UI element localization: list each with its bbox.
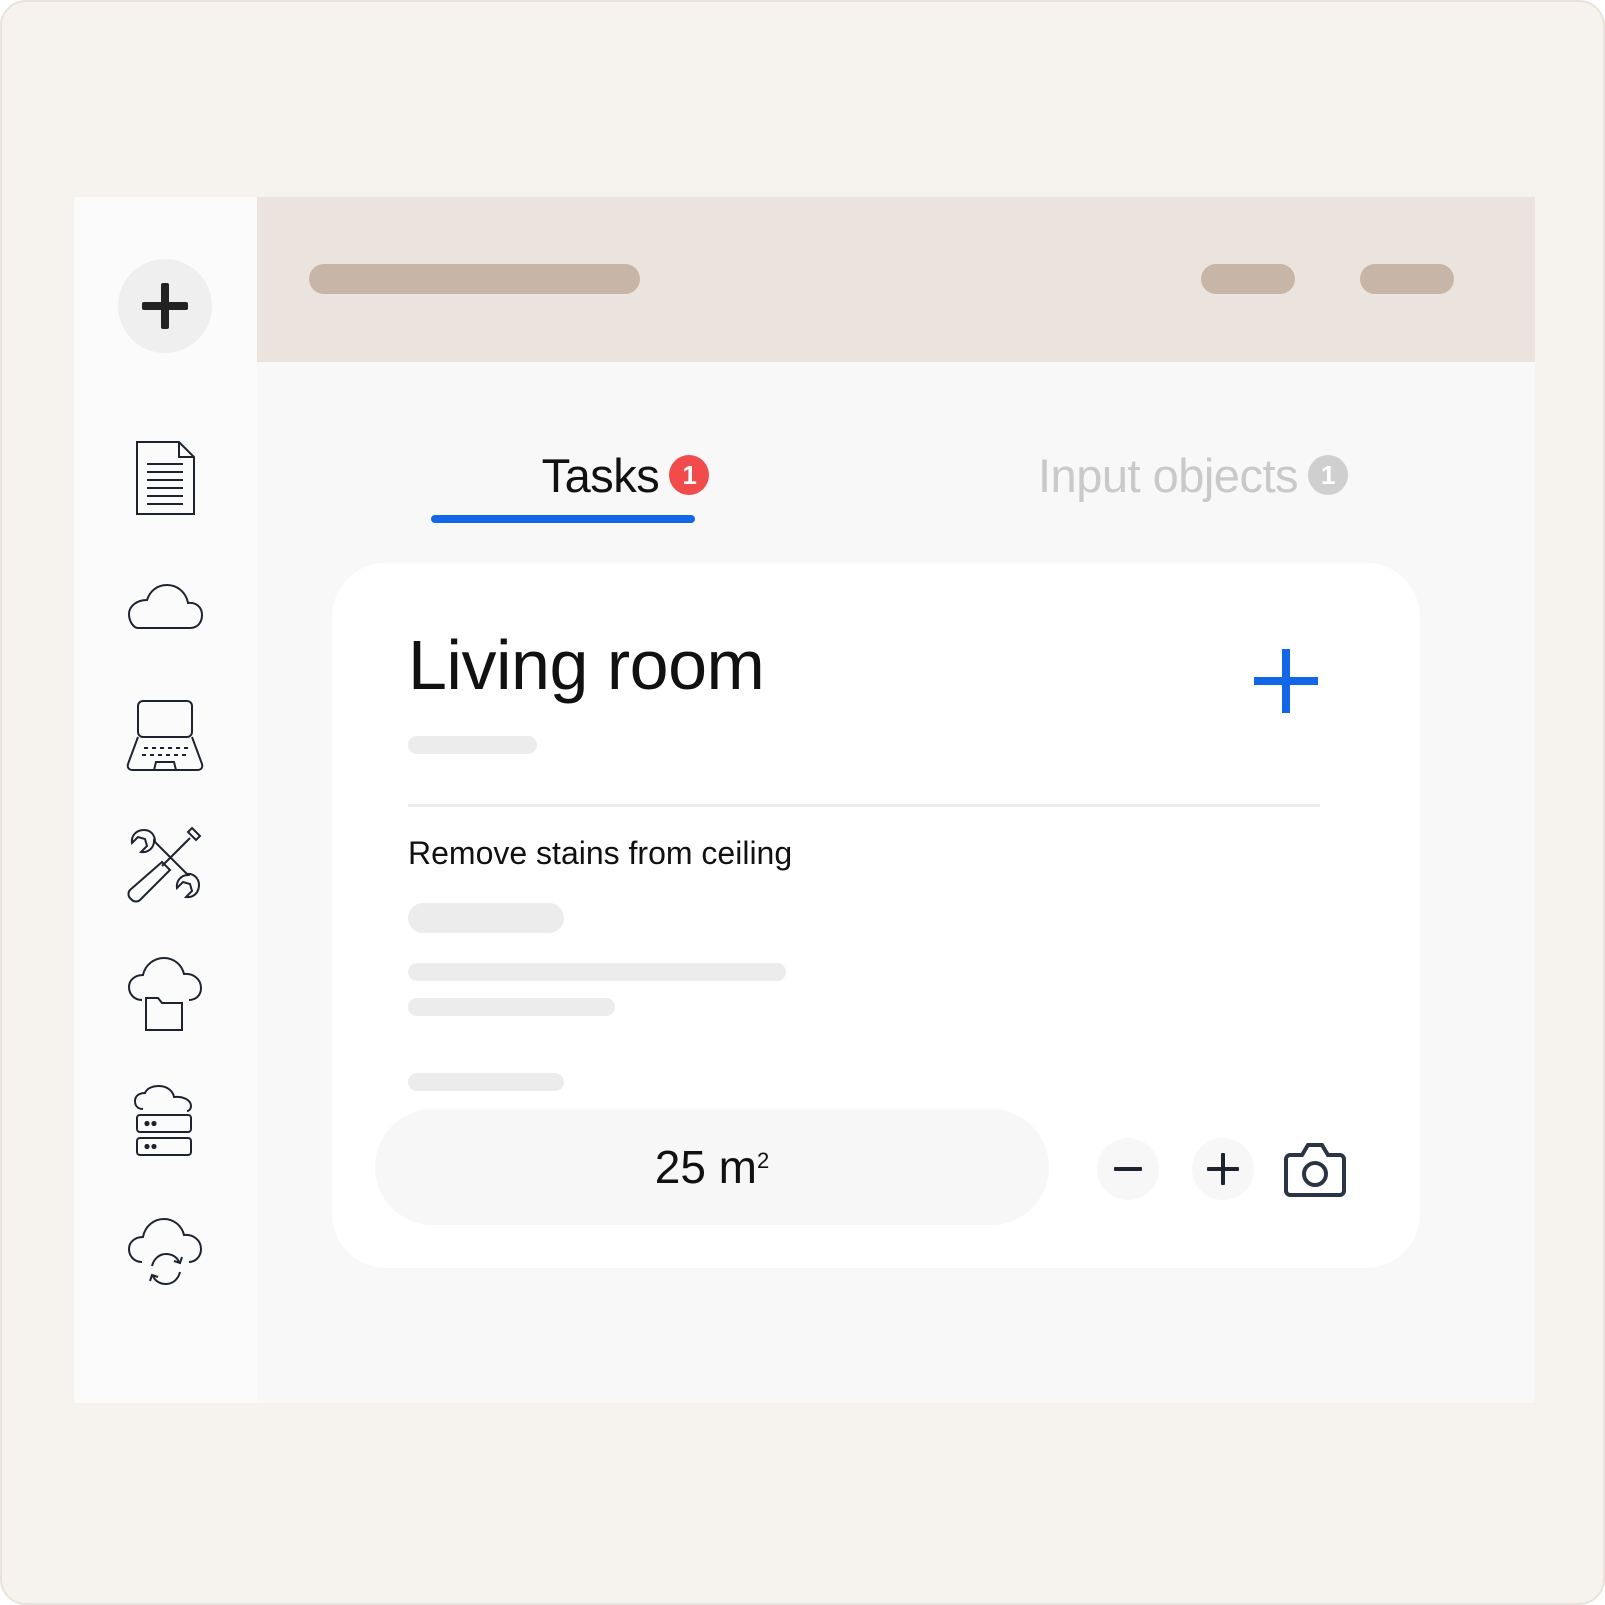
top-bar bbox=[257, 197, 1535, 362]
camera-icon[interactable] bbox=[1284, 1141, 1346, 1197]
text-placeholder bbox=[408, 1073, 564, 1091]
document-icon bbox=[136, 441, 195, 515]
tab-label: Input objects bbox=[1038, 448, 1299, 502]
add-task-plus-icon[interactable] bbox=[1252, 647, 1320, 715]
cloud-icon bbox=[127, 583, 204, 629]
area-value: 25 m bbox=[654, 1141, 757, 1193]
sidebar bbox=[74, 197, 257, 1403]
task-name: Remove stains from ceiling bbox=[408, 835, 793, 871]
tab-badge: 1 bbox=[669, 455, 710, 495]
text-placeholder bbox=[408, 963, 786, 981]
cloud-folder-icon bbox=[127, 956, 203, 1031]
sidebar-item-tools[interactable] bbox=[125, 825, 205, 905]
action-placeholder bbox=[1360, 264, 1454, 294]
sidebar-item-cloud-files[interactable] bbox=[125, 954, 205, 1034]
frame: Tasks 1 Input objects 1 Living room Remo… bbox=[0, 0, 1605, 1605]
tab-badge: 1 bbox=[1308, 455, 1349, 495]
action-placeholder bbox=[1201, 264, 1295, 294]
area-unit-superscript: 2 bbox=[757, 1148, 770, 1173]
sidebar-item-devices[interactable] bbox=[125, 696, 205, 776]
sidebar-item-cloud[interactable] bbox=[125, 567, 205, 647]
room-card: Living room Remove stains from ceiling 2… bbox=[332, 563, 1420, 1268]
cloud-sync-icon bbox=[127, 1217, 203, 1286]
divider bbox=[408, 804, 1320, 807]
room-title: Living room bbox=[408, 626, 765, 704]
tab-input-objects[interactable]: Input objects 1 bbox=[1004, 445, 1404, 505]
tab-label: Tasks bbox=[541, 448, 660, 502]
text-placeholder bbox=[408, 998, 615, 1016]
cloud-server-icon bbox=[133, 1085, 193, 1156]
new-item-button[interactable] bbox=[118, 259, 212, 353]
title-placeholder bbox=[309, 264, 640, 294]
plus-icon bbox=[142, 283, 188, 329]
minus-icon bbox=[1114, 1167, 1142, 1171]
tag-placeholder bbox=[408, 903, 564, 933]
subtitle-placeholder bbox=[408, 736, 537, 754]
decrease-button[interactable] bbox=[1097, 1138, 1159, 1200]
sidebar-item-cloud-sync[interactable] bbox=[125, 1212, 205, 1292]
increase-button[interactable] bbox=[1192, 1138, 1254, 1200]
active-tab-indicator bbox=[431, 515, 695, 523]
plus-icon bbox=[1207, 1153, 1239, 1185]
tools-icon bbox=[127, 826, 202, 903]
sidebar-item-documents[interactable] bbox=[125, 438, 205, 518]
sidebar-item-cloud-storage[interactable] bbox=[125, 1083, 205, 1163]
laptop-icon bbox=[126, 700, 204, 771]
app-window: Tasks 1 Input objects 1 Living room Remo… bbox=[74, 197, 1535, 1403]
area-input[interactable]: 25 m2 bbox=[375, 1109, 1049, 1225]
tab-tasks[interactable]: Tasks 1 bbox=[494, 445, 757, 505]
